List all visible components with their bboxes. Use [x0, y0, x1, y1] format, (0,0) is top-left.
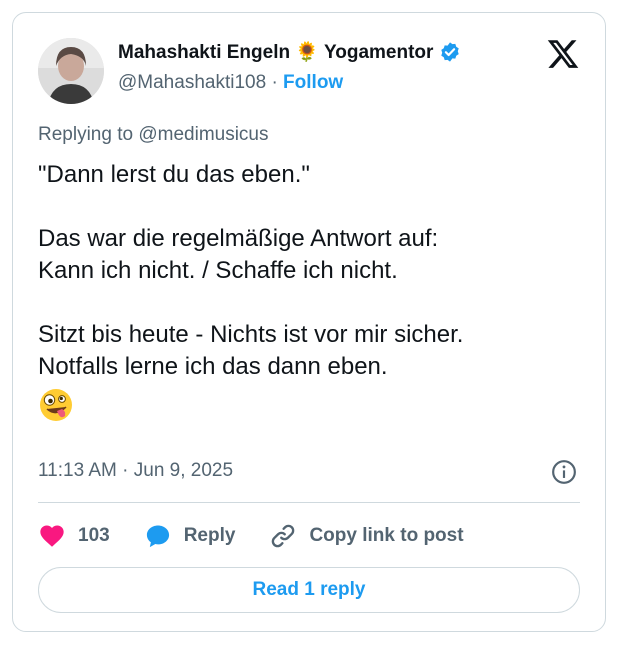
replying-prefix: Replying to — [38, 124, 134, 145]
post-date: Jun 9, 2025 — [133, 460, 234, 481]
author-name[interactable]: Mahashakti Engeln 🌻 Yogamentor — [118, 40, 433, 64]
post-line-blank — [38, 287, 583, 319]
copy-link-button[interactable]: Copy link to post — [269, 522, 464, 550]
reply-button[interactable]: Reply — [144, 522, 236, 550]
x-logo-icon[interactable] — [546, 37, 580, 71]
post-line: "Dann lerst du das eben." — [38, 161, 310, 188]
follow-link[interactable]: Follow — [283, 72, 343, 93]
post-line: Kann ich nicht. / Schaffe ich nicht. — [38, 257, 398, 284]
post-text: "Dann lerst du das eben." Das war die re… — [38, 159, 583, 423]
read-replies-button[interactable]: Read 1 reply — [38, 567, 580, 613]
divider — [38, 502, 580, 503]
action-bar: 103 Reply Copy link to post — [38, 516, 498, 556]
like-count: 103 — [78, 525, 110, 546]
info-icon[interactable] — [551, 459, 577, 485]
verified-badge-icon — [441, 42, 460, 62]
meta-separator: · — [122, 460, 129, 481]
post-line-blank — [38, 191, 583, 223]
heart-icon — [40, 525, 64, 547]
replying-mention[interactable]: @medimusicus — [138, 124, 268, 145]
author-name-row: Mahashakti Engeln 🌻 Yogamentor — [118, 40, 461, 64]
zany-face-emoji-icon — [40, 389, 72, 421]
copy-link-label: Copy link to post — [309, 525, 464, 546]
post-time: 11:13 AM — [38, 460, 117, 481]
reply-bubble-icon — [146, 525, 169, 548]
avatar[interactable] — [38, 38, 104, 104]
post-line: Notfalls lerne ich das dann eben. — [38, 353, 388, 380]
link-icon — [272, 524, 295, 548]
handle-separator: · — [271, 72, 278, 93]
replying-to: Replying to @medimusicus — [38, 124, 269, 146]
like-button[interactable]: 103 — [38, 522, 110, 550]
post-timestamp[interactable]: 11:13 AM · Jun 9, 2025 — [38, 460, 233, 482]
reply-label: Reply — [183, 525, 236, 546]
author-handle-row: @Mahashakti108 · Follow — [118, 72, 343, 94]
post-line: Das war die regelmäßige Antwort auf: — [38, 225, 439, 252]
post-line: Sitzt bis heute - Nichts ist vor mir sic… — [38, 321, 464, 348]
author-handle[interactable]: @Mahashakti108 — [118, 72, 266, 93]
tweet-card: Mahashakti Engeln 🌻 Yogamentor @Mahashak… — [12, 12, 606, 632]
